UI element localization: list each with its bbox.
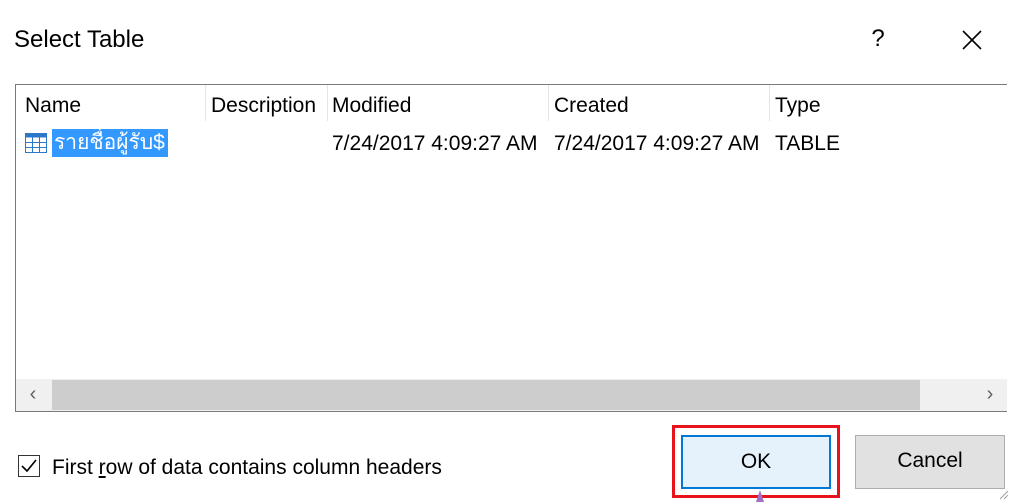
table-modified-cell: 7/24/2017 4:09:27 AM — [332, 132, 538, 155]
first-row-headers-checkbox[interactable] — [18, 455, 40, 477]
select-table-dialog: Select Table ? Name Description Modified… — [0, 0, 1011, 502]
table-created-cell: 7/24/2017 4:09:27 AM — [554, 132, 760, 155]
dialog-title: Select Table — [14, 26, 145, 53]
chevron-left-icon: ‹ — [29, 383, 37, 405]
column-divider[interactable] — [769, 85, 770, 121]
table-icon — [25, 133, 47, 153]
horizontal-scrollbar[interactable]: ‹ › — [16, 379, 1007, 411]
column-divider[interactable] — [327, 85, 328, 121]
checkmark-icon — [21, 459, 37, 473]
table-name-cell[interactable]: รายชื่อผู้รับ$ — [52, 129, 168, 157]
column-header-modified[interactable]: Modified — [332, 94, 411, 118]
table-list[interactable]: Name Description Modified Created Type ร… — [15, 84, 1007, 412]
column-header-name[interactable]: Name — [25, 94, 81, 118]
scroll-left-button[interactable]: ‹ — [16, 379, 50, 411]
column-header-created[interactable]: Created — [554, 94, 629, 118]
close-icon — [962, 30, 982, 50]
column-header-type[interactable]: Type — [775, 94, 821, 118]
title-bar: Select Table ? — [0, 0, 1011, 80]
resize-grip-icon[interactable] — [997, 488, 1009, 500]
mouse-cursor-icon — [756, 490, 764, 502]
table-type-cell: TABLE — [775, 132, 840, 155]
cancel-button[interactable]: Cancel — [855, 435, 1005, 489]
close-button[interactable] — [950, 20, 994, 60]
scrollbar-thumb[interactable] — [52, 380, 920, 410]
column-divider[interactable] — [205, 85, 206, 121]
column-divider[interactable] — [548, 85, 549, 121]
column-header-description[interactable]: Description — [211, 94, 316, 118]
table-row[interactable]: รายชื่อผู้รับ$ 7/24/2017 4:09:27 AM 7/24… — [16, 129, 1007, 159]
scroll-right-button[interactable]: › — [973, 379, 1007, 411]
chevron-right-icon: › — [986, 383, 994, 405]
first-row-headers-label: First row of data contains column header… — [52, 456, 442, 479]
help-button[interactable]: ? — [858, 20, 898, 60]
ok-button[interactable]: OK — [681, 435, 831, 489]
column-headers: Name Description Modified Created Type — [16, 85, 1007, 125]
